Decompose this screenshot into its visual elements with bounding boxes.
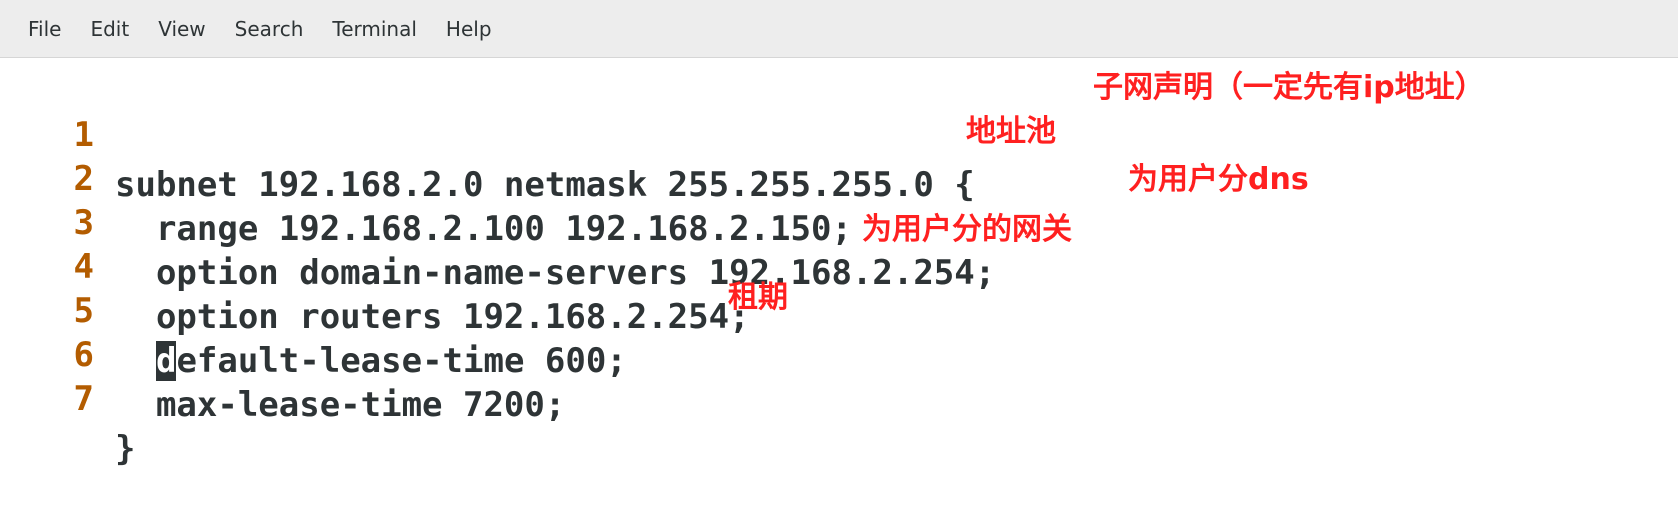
code-text: subnet 192.168.2.0 netmask 255.255.255.0… — [115, 165, 975, 205]
code-line: 1 subnet 192.168.2.0 netmask 255.255.255… — [0, 60, 975, 205]
code-text: } — [115, 429, 136, 469]
text-editor[interactable]: 1 subnet 192.168.2.0 netmask 255.255.255… — [0, 60, 1678, 469]
code-text: option domain-name-servers 192.168.2.254… — [115, 253, 996, 293]
annotation-gateway: 为用户分的网关 — [862, 212, 1072, 247]
menu-bar: File Edit View Search Terminal Help — [0, 0, 1678, 58]
code-line: 7 } — [0, 324, 136, 469]
annotation-dns: 为用户分dns — [1128, 162, 1309, 197]
annotation-lease: 租期 — [728, 280, 788, 315]
menu-edit[interactable]: Edit — [90, 17, 129, 41]
menu-file[interactable]: File — [28, 17, 61, 41]
line-number: 7 — [73, 379, 94, 419]
code-text-rest: efault-lease-time 600; — [176, 341, 627, 381]
code-line: 5 default-lease-time 600; — [0, 236, 627, 381]
menu-search[interactable]: Search — [235, 17, 304, 41]
annotation-range: 地址池 — [966, 114, 1056, 149]
code-text: max-lease-time 7200; — [115, 385, 566, 425]
code-text: option routers 192.168.2.254; — [115, 297, 750, 337]
code-line: 3 option domain-name-servers 192.168.2.2… — [0, 148, 996, 293]
code-text: range 192.168.2.100 192.168.2.150; — [115, 209, 852, 249]
text-cursor: d — [155, 341, 177, 381]
code-text: default-lease-time 600; — [115, 336, 627, 386]
menu-terminal[interactable]: Terminal — [332, 17, 417, 41]
annotation-subnet: 子网声明（一定先有ip地址） — [1093, 70, 1485, 105]
code-line: 4 option routers 192.168.2.254; — [0, 192, 750, 337]
code-line: 6 max-lease-time 7200; — [0, 280, 566, 425]
code-line: 2 range 192.168.2.100 192.168.2.150; — [0, 104, 852, 249]
menu-view[interactable]: View — [158, 17, 205, 41]
menu-help[interactable]: Help — [446, 17, 492, 41]
